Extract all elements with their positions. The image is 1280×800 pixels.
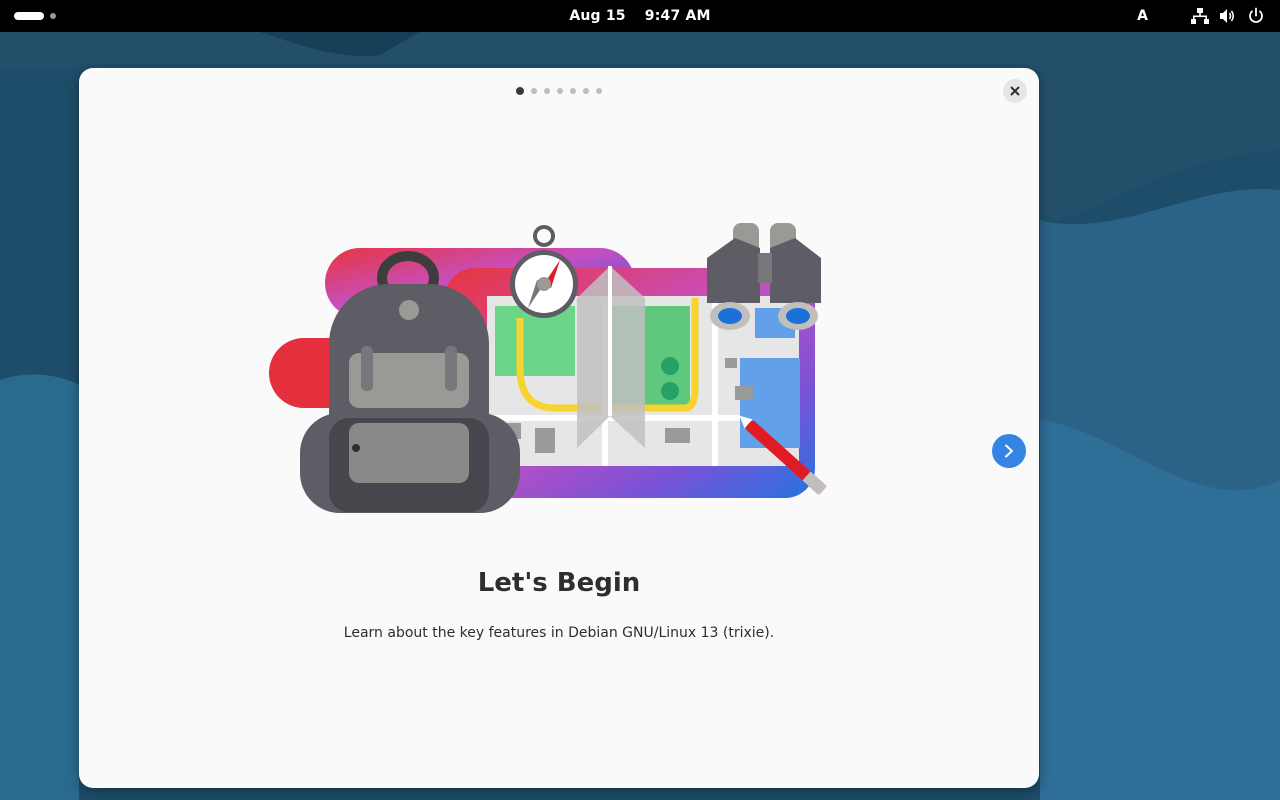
page-dot[interactable] (570, 88, 576, 94)
system-tray[interactable]: A (1137, 0, 1266, 32)
page-dot[interactable] (583, 88, 589, 94)
top-bar: Aug 15 9:47 AM A (0, 0, 1280, 32)
tour-dialog: Let's Begin Learn about the key features… (79, 68, 1039, 788)
chevron-right-icon (1005, 444, 1013, 458)
volume-icon[interactable] (1218, 6, 1238, 26)
next-page-button[interactable] (992, 434, 1026, 468)
keyboard-layout-indicator[interactable]: A (1137, 8, 1148, 24)
page-dot[interactable] (544, 88, 550, 94)
page-dot[interactable] (557, 88, 563, 94)
close-icon (1010, 86, 1020, 96)
clock-time: 9:47 AM (644, 8, 711, 24)
page-title: Let's Begin (477, 568, 641, 598)
page-dot[interactable] (596, 88, 602, 94)
clock-date: Aug 15 (569, 8, 626, 24)
close-button[interactable] (1003, 79, 1027, 103)
page-description: Learn about the key features in Debian G… (343, 625, 775, 641)
network-icon[interactable] (1190, 6, 1210, 26)
clock[interactable]: Aug 15 9:47 AM (0, 0, 1280, 32)
page-dot[interactable] (531, 88, 537, 94)
power-icon[interactable] (1246, 6, 1266, 26)
page-indicator (79, 86, 1039, 96)
page-dot[interactable] (516, 87, 524, 95)
welcome-illustration (269, 223, 827, 513)
